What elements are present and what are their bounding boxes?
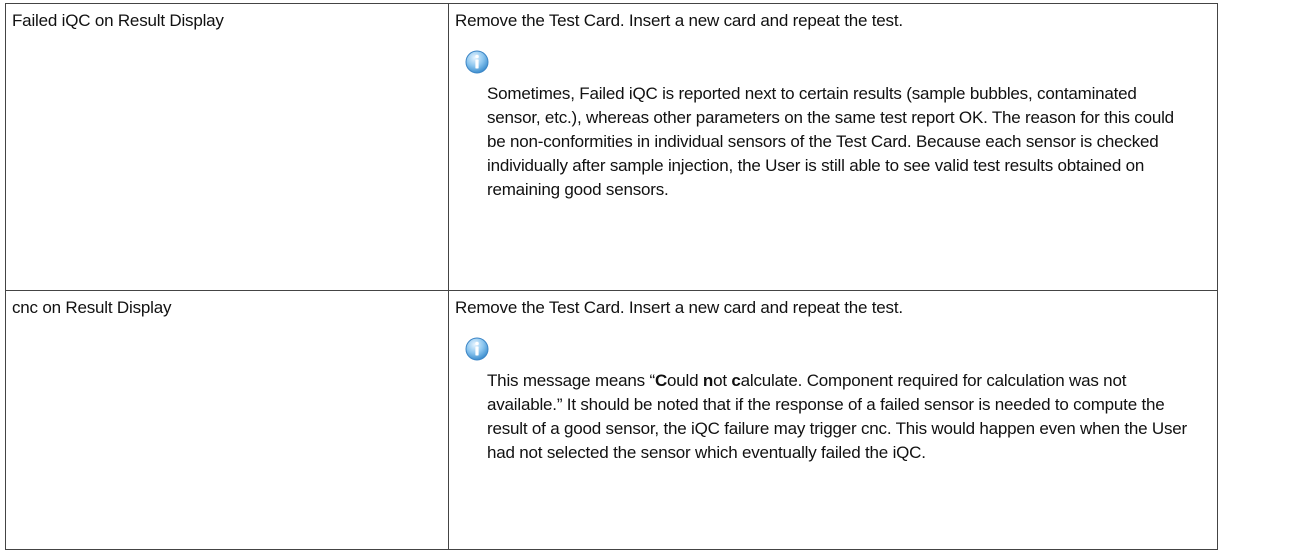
table-row: cnc on Result Display Remove the Test Ca… bbox=[5, 290, 1218, 550]
note-text: Sometimes, Failed iQC is reported next t… bbox=[487, 84, 1174, 199]
info-icon bbox=[465, 337, 489, 361]
action-text: Remove the Test Card. Insert a new card … bbox=[455, 298, 903, 317]
action-cell: Remove the Test Card. Insert a new card … bbox=[448, 3, 1218, 291]
table-row: Failed iQC on Result Display Remove the … bbox=[5, 3, 1218, 291]
condition-cell: Failed iQC on Result Display bbox=[5, 3, 449, 291]
note-bold-c2: c bbox=[731, 371, 741, 390]
condition-cell: cnc on Result Display bbox=[5, 290, 449, 550]
troubleshooting-table: Failed iQC on Result Display Remove the … bbox=[5, 3, 1218, 550]
action-cell: Remove the Test Card. Insert a new card … bbox=[448, 290, 1218, 550]
note-bold-n: n bbox=[702, 371, 714, 390]
info-icon bbox=[465, 50, 489, 74]
note-bold-c: C bbox=[654, 371, 668, 390]
note-part: ould bbox=[667, 371, 703, 390]
action-text: Remove the Test Card. Insert a new card … bbox=[455, 11, 903, 30]
condition-text: cnc on Result Display bbox=[12, 298, 172, 317]
condition-text: Failed iQC on Result Display bbox=[12, 11, 224, 30]
note-open: This message means “ bbox=[487, 371, 655, 390]
note-part: ot bbox=[713, 371, 732, 390]
note-text: This message means “Could not calculate.… bbox=[449, 361, 1187, 465]
